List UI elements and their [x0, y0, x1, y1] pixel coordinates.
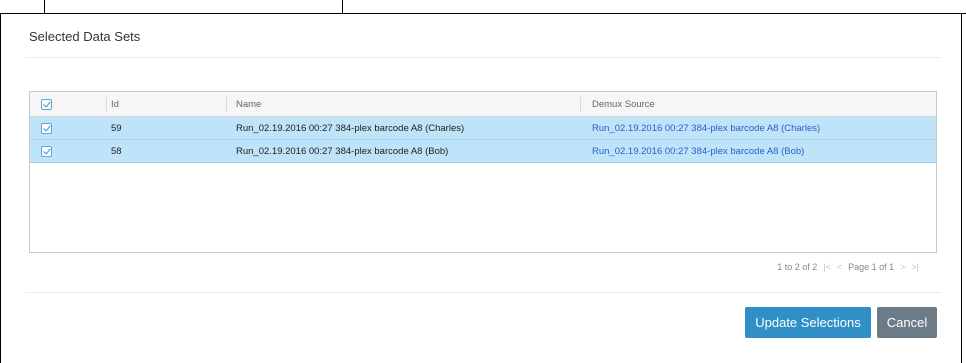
previous-page-icon[interactable]: <	[837, 262, 842, 272]
footer-divider	[25, 292, 941, 293]
row-demux-source-link[interactable]: Run_02.19.2016 00:27 384-plex barcode A8…	[592, 117, 932, 139]
row-checkbox[interactable]	[41, 145, 52, 157]
title-divider	[25, 57, 941, 58]
column-separator[interactable]	[226, 97, 227, 112]
cancel-button[interactable]: Cancel	[877, 307, 937, 338]
row-id: 59	[111, 122, 122, 134]
row-id: 58	[111, 145, 122, 157]
column-header-id[interactable]: Id	[111, 92, 221, 116]
column-header-name[interactable]: Name	[236, 92, 566, 116]
row-name: Run_02.19.2016 00:27 384-plex barcode A8…	[236, 122, 465, 134]
next-page-icon[interactable]: >	[900, 262, 905, 272]
row-checkbox[interactable]	[41, 122, 52, 134]
column-separator[interactable]	[106, 97, 107, 112]
pagination: 1 to 2 of 2 |< < Page 1 of 1 > >|	[777, 262, 919, 272]
table-row[interactable]: 58 Run_02.19.2016 00:27 384-plex barcode…	[30, 140, 936, 163]
window-top-edge	[0, 0, 966, 14]
table-row[interactable]: 59 Run_02.19.2016 00:27 384-plex barcode…	[30, 117, 936, 140]
update-selections-button[interactable]: Update Selections	[745, 307, 871, 338]
grid-header: Id Name Demux Source	[30, 92, 936, 117]
frame-divider	[44, 0, 45, 14]
column-header-demux-source[interactable]: Demux Source	[592, 92, 932, 116]
dialog-title: Selected Data Sets	[29, 29, 141, 44]
row-demux-source-link[interactable]: Run_02.19.2016 00:27 384-plex barcode A8…	[592, 140, 932, 162]
header-select-all[interactable]	[41, 92, 61, 116]
frame-divider	[342, 0, 343, 14]
selected-data-sets-dialog: Selected Data Sets Id Name Demux Source …	[0, 14, 962, 363]
column-separator[interactable]	[580, 97, 581, 112]
row-select-cell[interactable]	[41, 117, 61, 139]
row-name: Run_02.19.2016 00:27 384-plex barcode A8…	[236, 145, 449, 157]
last-page-icon[interactable]: >|	[911, 262, 919, 272]
page-indicator: Page 1 of 1	[848, 262, 895, 272]
data-sets-grid: Id Name Demux Source 59 Run_02.19.2016 0…	[29, 91, 937, 253]
row-select-cell[interactable]	[41, 140, 61, 162]
select-all-checkbox[interactable]	[41, 98, 52, 110]
pagination-range: 1 to 2 of 2	[777, 262, 818, 272]
first-page-icon[interactable]: |<	[823, 262, 831, 272]
